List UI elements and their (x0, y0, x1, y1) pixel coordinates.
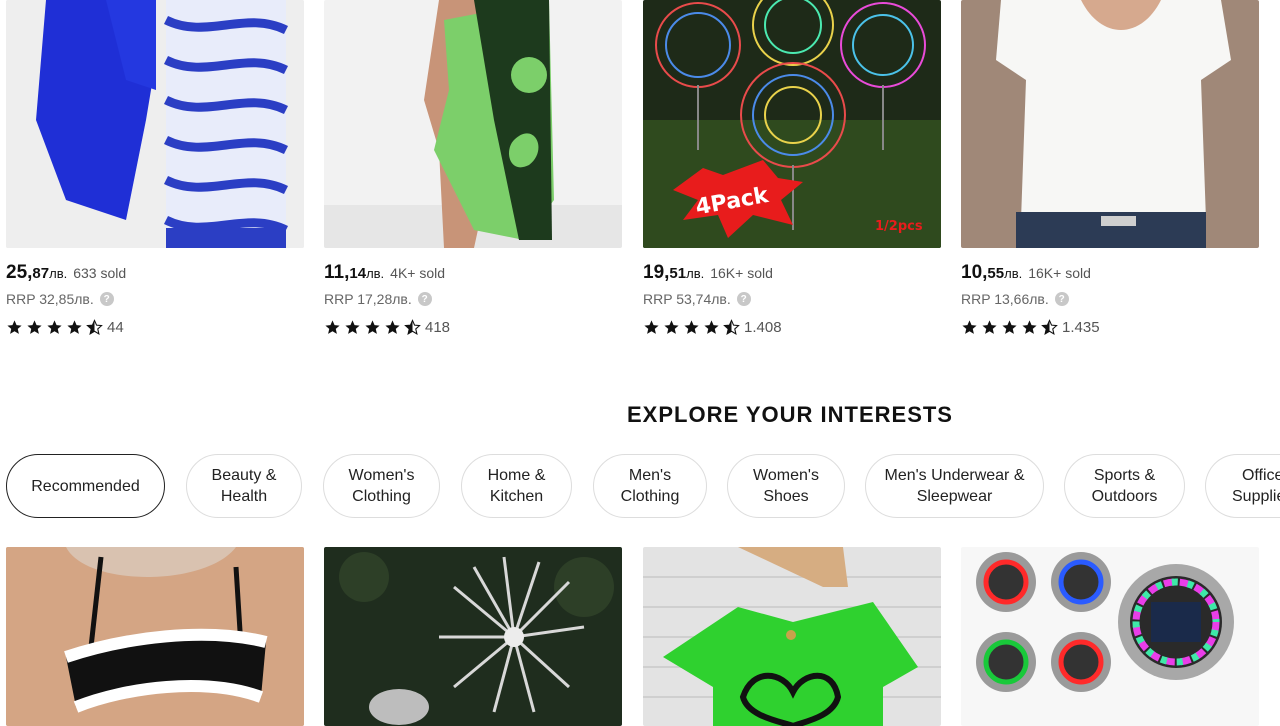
chip-label: Men's Clothing (620, 467, 680, 505)
chip-womens-clothing[interactable]: Women's Clothing (323, 454, 440, 518)
review-count: 418 (425, 319, 451, 336)
star-full-icon (27, 320, 42, 334)
star-full-icon (664, 320, 679, 334)
product-image-green-dress[interactable] (324, 0, 622, 248)
info-icon[interactable]: ? (736, 292, 751, 306)
review-count: 1.408 (744, 319, 782, 336)
star-rating (643, 319, 740, 336)
price-row: 25,87лв. 633 sold (6, 262, 126, 284)
star-full-icon (1022, 320, 1037, 334)
price-main: 19, (643, 262, 670, 283)
star-half-icon (723, 319, 740, 335)
price-cents: 51 (669, 265, 687, 282)
star-full-icon (704, 320, 719, 334)
chip-office-supplies[interactable]: Office Supplies (1205, 454, 1280, 518)
price-row: 10,55лв. 16K+ sold (961, 262, 1091, 284)
rrp-row: RRP 53,74лв. ? (643, 291, 751, 307)
star-full-icon (982, 320, 997, 334)
chip-sports-outdoors[interactable]: Sports & Outdoors (1064, 454, 1185, 518)
chip-label: Sports & Outdoors (1091, 467, 1158, 505)
chip-beauty-health[interactable]: Beauty & Health (186, 454, 302, 518)
price-currency: лв. (1004, 266, 1023, 281)
star-half-icon (404, 319, 421, 335)
chip-label: Beauty & Health (211, 467, 277, 505)
product-image-kinetic-sculpture[interactable] (324, 547, 622, 726)
price-currency: лв. (686, 266, 705, 281)
chip-label: Recommended (31, 477, 140, 495)
product-image-swimsuit[interactable] (6, 0, 304, 248)
chip-label: Women's Shoes (753, 467, 819, 505)
page-edge (1272, 0, 1280, 360)
star-full-icon (325, 320, 340, 334)
chip-label: Men's Underwear & Sleepwear (884, 467, 1025, 505)
chip-label: Home & Kitchen (487, 467, 546, 505)
rating-row: 1.408 (643, 319, 782, 336)
chip-mens-clothing[interactable]: Men's Clothing (593, 454, 707, 518)
rrp-price: RRP 17,28лв. (324, 291, 412, 307)
star-full-icon (962, 320, 977, 334)
price-main: 10, (961, 262, 988, 283)
product-image-solar-lights[interactable] (961, 547, 1259, 726)
svg-text:1/2pcs: 1/2pcs (875, 219, 923, 234)
star-full-icon (1002, 320, 1017, 334)
sold-count: 16K+ sold (710, 265, 773, 281)
product-image-bikini[interactable] (6, 547, 304, 726)
review-count: 1.435 (1062, 319, 1100, 336)
sold-count: 4K+ sold (390, 265, 446, 281)
star-rating (6, 319, 103, 336)
rating-row: 1.435 (961, 319, 1100, 336)
rrp-price: RRP 53,74лв. (643, 291, 731, 307)
chip-label: Office Supplies (1232, 467, 1280, 505)
sold-count: 633 sold (73, 265, 127, 281)
chip-mens-underwear[interactable]: Men's Underwear & Sleepwear (865, 454, 1044, 518)
star-full-icon (7, 320, 22, 334)
price-row: 19,51лв. 16K+ sold (643, 262, 773, 284)
section-title: EXPLORE YOUR INTERESTS (627, 402, 953, 427)
star-rating (961, 319, 1058, 336)
star-full-icon (385, 320, 400, 334)
price-cents: 55 (987, 265, 1005, 282)
rrp-price: RRP 13,66лв. (961, 291, 1049, 307)
product-image-garden-lights[interactable]: 4Pack 1/2pcs (643, 0, 941, 248)
rating-row: 418 (324, 319, 450, 336)
info-icon[interactable]: ? (99, 292, 114, 306)
price-currency: лв. (366, 266, 385, 281)
price-main: 25, (6, 262, 33, 283)
price-row: 11,14лв. 4K+ sold (324, 262, 445, 284)
price-currency: лв. (49, 266, 68, 281)
info-icon[interactable]: ? (1054, 292, 1069, 306)
star-full-icon (47, 320, 62, 334)
rating-row: 44 (6, 319, 124, 336)
rrp-price: RRP 32,85лв. (6, 291, 94, 307)
price-main: 11, (324, 262, 350, 283)
review-count: 44 (107, 319, 124, 336)
chip-home-kitchen[interactable]: Home & Kitchen (461, 454, 572, 518)
info-icon[interactable]: ? (417, 292, 432, 306)
rrp-row: RRP 17,28лв. ? (324, 291, 432, 307)
star-full-icon (644, 320, 659, 334)
star-half-icon (86, 319, 103, 335)
chip-recommended[interactable]: Recommended (6, 454, 165, 518)
sold-count: 16K+ sold (1028, 265, 1091, 281)
chip-womens-shoes[interactable]: Women's Shoes (727, 454, 845, 518)
rrp-row: RRP 32,85лв. ? (6, 291, 114, 307)
star-rating (324, 319, 421, 336)
rrp-row: RRP 13,66лв. ? (961, 291, 1069, 307)
star-full-icon (684, 320, 699, 334)
star-full-icon (67, 320, 82, 334)
star-full-icon (345, 320, 360, 334)
star-full-icon (365, 320, 380, 334)
star-half-icon (1041, 319, 1058, 335)
product-image-white-tee[interactable] (961, 0, 1259, 248)
price-cents: 87 (32, 265, 50, 282)
product-image-green-top[interactable] (643, 547, 941, 726)
price-cents: 14 (349, 265, 367, 282)
chip-label: Women's Clothing (348, 467, 415, 505)
